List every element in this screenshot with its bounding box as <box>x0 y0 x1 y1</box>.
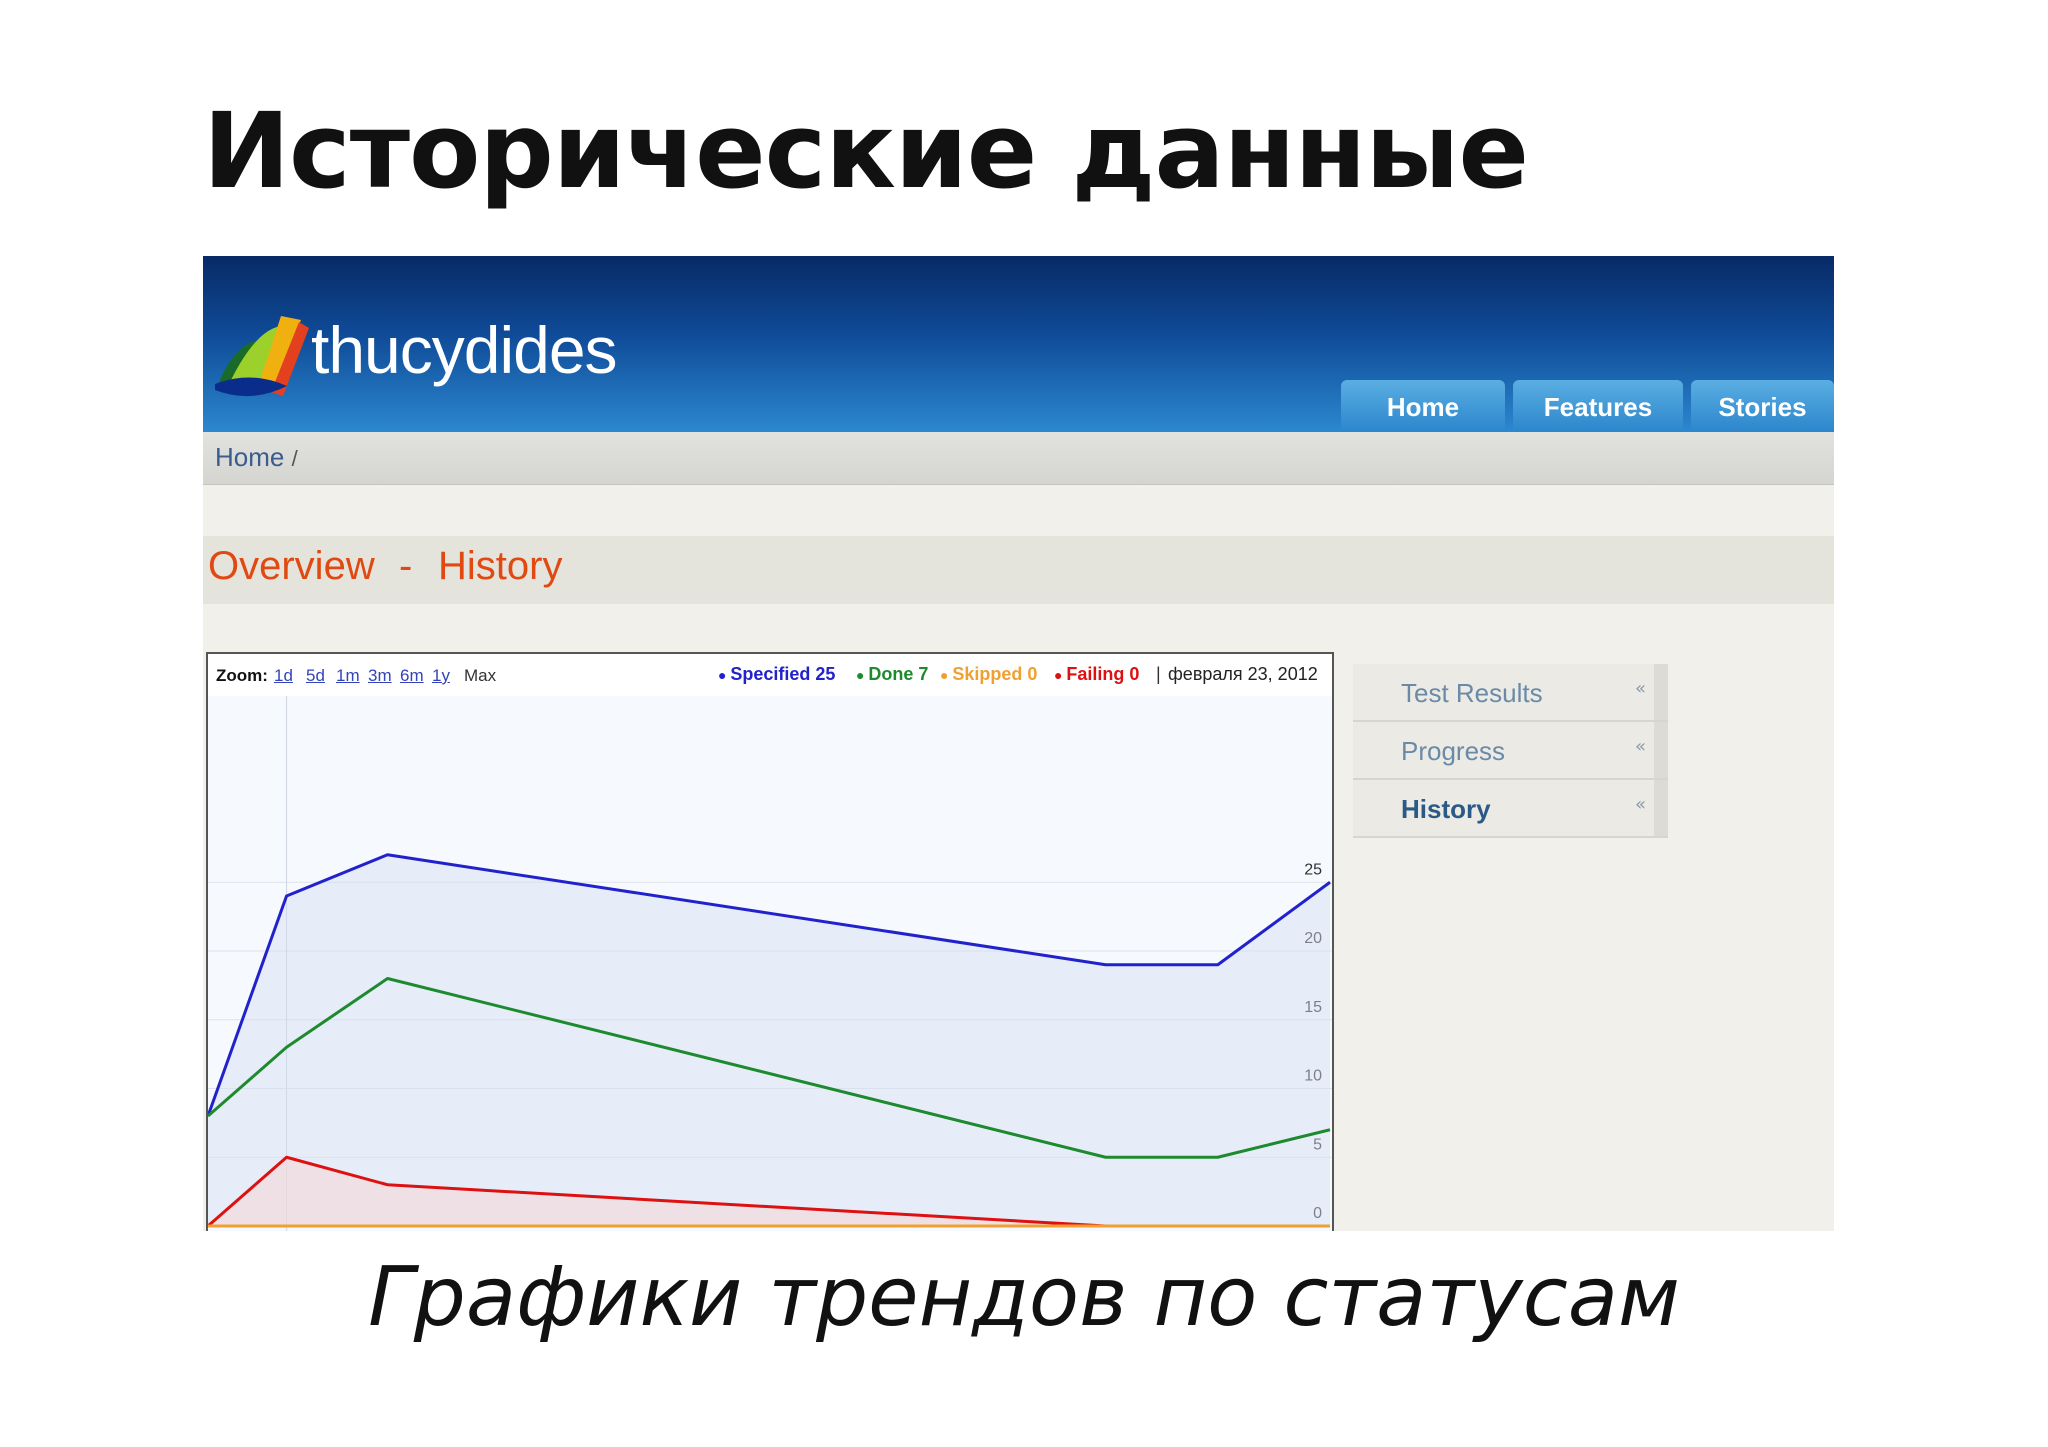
history-chart: Zoom: 1d 5d 1m 3m 6m 1y Max ● Specified … <box>206 652 1334 1231</box>
chevron-left-icon: « <box>1634 736 1646 757</box>
side-menu: Test Results « Progress « History « <box>1353 664 1683 844</box>
page-title-dash: - <box>399 544 413 588</box>
zoom-max[interactable]: Max <box>464 666 496 686</box>
legend-done: ● Done 7 <box>856 664 929 684</box>
page-title-bar: Overview - History <box>203 536 1834 604</box>
zoom-label: Zoom: <box>216 666 268 685</box>
thucydides-logo-icon <box>215 316 309 397</box>
zoom-1m-link[interactable]: 1m <box>336 666 360 686</box>
side-menu-test-results[interactable]: Test Results « <box>1353 664 1668 722</box>
chart-plot-area: 0510152025 <box>208 696 1332 1231</box>
nav-tab-home[interactable]: Home <box>1341 380 1505 432</box>
side-menu-progress[interactable]: Progress « <box>1353 722 1668 780</box>
app-screenshot: thucydides Home Features Stories Home / … <box>203 256 1834 1231</box>
nav-tab-stories[interactable]: Stories <box>1691 380 1834 432</box>
legend-dot-icon: ● <box>1054 667 1067 683</box>
legend-specified: ● Specified 25 <box>718 664 836 684</box>
zoom-1d-link[interactable]: 1d <box>274 666 293 686</box>
legend-skipped: ● Skipped 0 <box>940 664 1038 684</box>
y-tick-label: 25 <box>1304 861 1322 878</box>
slide-caption: Графики трендов по статусам <box>368 1250 1680 1345</box>
breadcrumb-home-link[interactable]: Home <box>215 442 284 472</box>
legend-date-separator: | <box>1156 664 1161 684</box>
zoom-6m-link[interactable]: 6m <box>400 666 424 686</box>
legend-dot-icon: ● <box>718 667 731 683</box>
chevron-left-icon: « <box>1634 678 1646 699</box>
brand-name: thucydides <box>311 313 618 387</box>
chart-toolbar: Zoom: 1d 5d 1m 3m 6m 1y Max ● Specified … <box>208 654 1332 697</box>
legend-dot-icon: ● <box>856 667 869 683</box>
chevron-left-icon: « <box>1634 794 1646 815</box>
app-header: thucydides Home Features Stories <box>203 256 1834 432</box>
side-menu-history[interactable]: History « <box>1353 780 1668 838</box>
chart-date: февраля 23, 2012 <box>1168 664 1318 684</box>
nav-tab-features[interactable]: Features <box>1513 380 1683 432</box>
zoom-3m-link[interactable]: 3m <box>368 666 392 686</box>
legend-failing: ● Failing 0 <box>1054 664 1140 684</box>
zoom-1y-link[interactable]: 1y <box>432 666 450 686</box>
breadcrumb-separator: / <box>291 446 298 471</box>
legend-dot-icon: ● <box>940 667 953 683</box>
breadcrumb: Home / <box>203 432 1834 485</box>
zoom-5d-link[interactable]: 5d <box>306 666 325 686</box>
page-title-history: History <box>438 544 563 588</box>
slide-title: Исторические данные <box>203 90 1529 212</box>
page-title-overview: Overview <box>208 544 375 588</box>
